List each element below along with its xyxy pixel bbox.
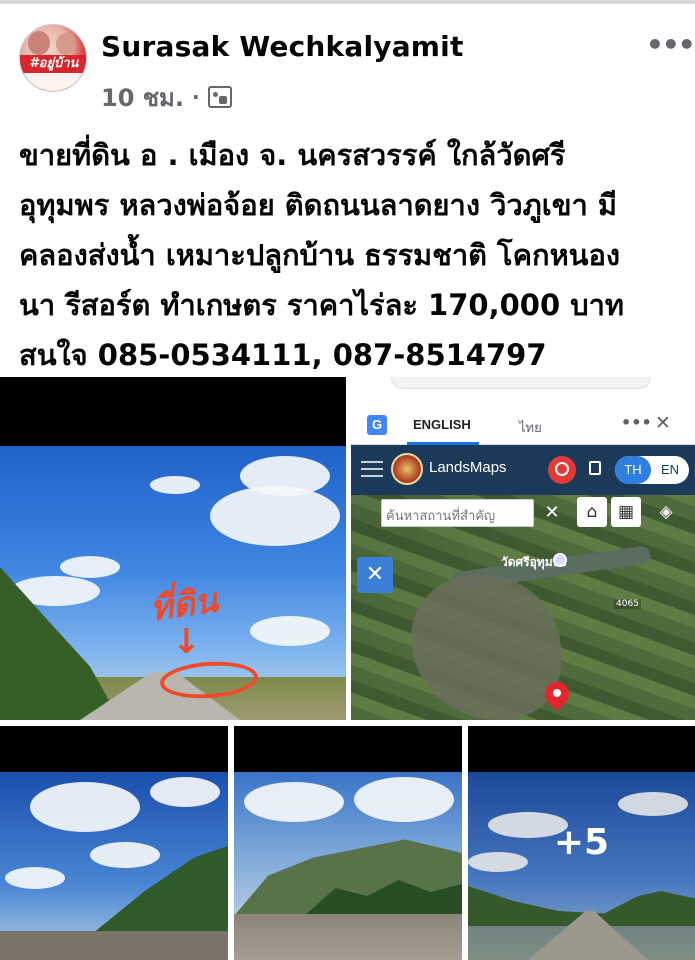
land-annotation-arrow: ↓ [172, 622, 201, 662]
satellite-map [351, 495, 695, 720]
post-body: ขายที่ดิน อ . เมือง จ. นครสวรรค์ ใกล้วัด… [19, 130, 689, 380]
more-options-icon[interactable]: ••• [646, 28, 695, 61]
avatar-badge-text: #อยู่บ้าน [29, 56, 79, 71]
search-clear-icon: ✕ [544, 502, 560, 523]
photo-landsmaps-screenshot[interactable]: G ENGLISH ไทย ••• ✕ LandsMaps TH EN ค้นห… [351, 377, 695, 720]
cloud [150, 476, 200, 494]
post-text-line: นา รีสอร์ต ทำเกษตร ราคาไร่ละ 170,000 บาท [19, 288, 625, 322]
measure-tool-icon: ✕ [357, 557, 393, 593]
lock-icon [589, 461, 601, 475]
photo-field-hills[interactable] [234, 726, 462, 960]
map-road-label: 4065 [614, 599, 641, 609]
cloud [354, 777, 454, 822]
map-reservoir [411, 575, 561, 720]
avatar-face-left [28, 31, 50, 55]
cloud [244, 782, 344, 822]
avatar-footer [20, 73, 86, 91]
post-text-line: คลองส่งน้ำ เหมาะปลูกบ้าน ธรรมชาติ โคกหนอ… [19, 238, 621, 272]
post-text-line: อุทุมพร หลวงพ่อจ้อย ติดถนนลาดยาง วิวภูเข… [19, 188, 618, 222]
meta-separator: · [191, 85, 200, 109]
search-icon [548, 456, 576, 484]
author-name[interactable]: Surasak Wechkalyamit [101, 30, 464, 63]
google-translate-icon: G [367, 415, 387, 435]
home-icon: ⌂ [577, 497, 607, 527]
tab-english: ENGLISH [413, 417, 471, 432]
landsmaps-title: LandsMaps [429, 459, 507, 476]
cloud [5, 867, 65, 889]
post-text-line: สนใจ 085-0534111, 087-8514797 [19, 338, 547, 372]
photo-mountain-sky[interactable] [0, 726, 228, 960]
cloud [250, 616, 330, 646]
translate-close-icon: ✕ [655, 412, 671, 434]
cloud [60, 556, 120, 578]
cloud [90, 842, 160, 868]
photo-field [0, 931, 228, 960]
layers-icon: ◈ [659, 502, 673, 522]
cloud [240, 456, 330, 496]
translate-more-icon: ••• [621, 413, 652, 432]
language-toggle: TH EN [615, 456, 689, 484]
grid-icon: ▦ [611, 497, 641, 527]
tab-thai: ไทย [519, 420, 542, 435]
cloud [30, 782, 140, 832]
avatar-face-right [56, 33, 76, 55]
photo-audience-icon [207, 86, 232, 108]
post-time[interactable]: 10 ชม. [101, 78, 184, 117]
more-photos-count: +5 [553, 822, 610, 863]
lang-th: TH [615, 456, 651, 484]
location-pin-icon [545, 682, 569, 710]
avatar-badge: #อยู่บ้าน [20, 55, 86, 73]
photo-field [234, 914, 462, 960]
author-avatar[interactable]: #อยู่บ้าน [19, 24, 87, 92]
place-search-field: ค้นหาสถานที่สำคัญ [381, 499, 534, 527]
menu-icon [361, 461, 383, 477]
place-marker-icon [553, 553, 567, 567]
place-search-placeholder: ค้นหาสถานที่สำคัญ [386, 509, 496, 524]
landsmaps-header: LandsMaps TH EN [351, 445, 695, 495]
photo-more[interactable]: +5 [468, 726, 695, 960]
lang-en: EN [660, 462, 680, 477]
post-meta: 10 ชม. · [101, 82, 232, 112]
browser-url-bar [391, 377, 651, 389]
translate-bar: G ENGLISH ไทย ••• ✕ [351, 407, 695, 445]
photo-land-roadside[interactable]: ที่ดิน ↓ [0, 377, 346, 720]
landsmaps-logo [391, 453, 423, 485]
cloud [150, 777, 220, 807]
top-divider [0, 0, 695, 4]
post-text-line: ขายที่ดิน อ . เมือง จ. นครสวรรค์ ใกล้วัด… [19, 138, 566, 172]
